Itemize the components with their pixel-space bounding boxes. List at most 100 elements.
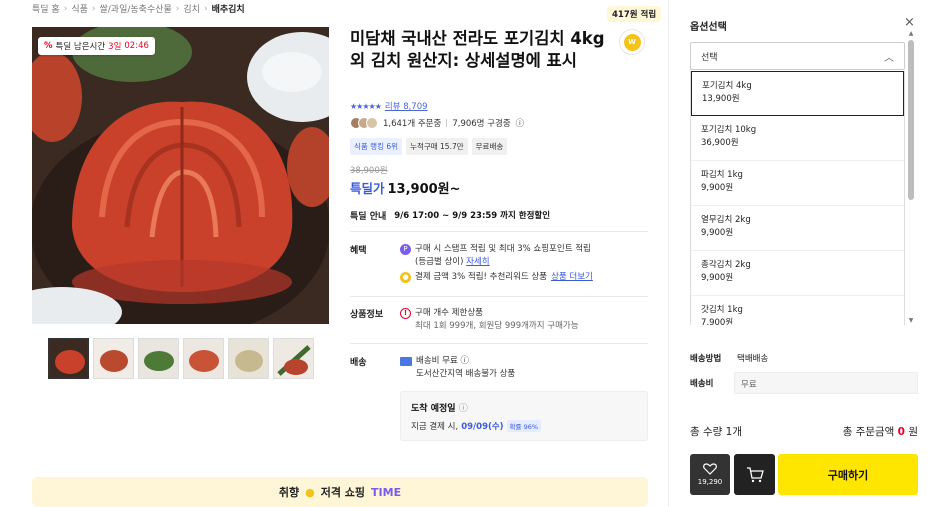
thumbnail[interactable] <box>48 338 89 379</box>
timer-days: 3일 <box>108 42 122 52</box>
product-info-line: ! 구매 개수 제한상품 최대 1회 999개, 회원당 999개까지 구매가능 <box>400 307 579 333</box>
breadcrumb-item[interactable]: 김치 <box>183 2 200 15</box>
ship-method-label: 배송방법 <box>690 354 722 364</box>
option-name: 총각김치 2kg <box>701 260 751 270</box>
scrollbar-thumb[interactable] <box>908 40 914 200</box>
option-select[interactable]: 선택 ︿ <box>690 42 905 70</box>
info-icon[interactable]: ⓘ <box>461 356 470 366</box>
info-icon[interactable]: ⓘ <box>516 117 525 129</box>
buyer-avatars <box>350 117 378 129</box>
breadcrumb: 특딜 홈 › 식품 › 쌀/과일/농축수산물 › 김치 › 배추김치 <box>32 2 245 16</box>
heart-icon <box>703 463 717 475</box>
buyers-count: 7,906명 구경중 <box>452 119 511 129</box>
option-scrollbar[interactable]: ▲ ▼ <box>907 30 915 324</box>
warning-icon: ! <box>400 308 411 319</box>
thumbnail[interactable] <box>228 338 269 379</box>
arrival-probability: 확률 96% <box>506 420 542 432</box>
sale-label: 특딜 안내 <box>350 212 387 222</box>
kimchi-photo <box>32 27 329 324</box>
arrival-prefix: 지금 결제 시, <box>411 422 459 432</box>
thumbnail[interactable] <box>93 338 134 379</box>
coin-icon: ● <box>400 272 411 283</box>
benefit-line: P 구매 시 스탬프 적립 및 최대 3% 쇼핑포인트 적립 (등급별 상이) … <box>400 243 591 269</box>
totals-row: 총 수량 1개 총 주문금액 0 원 <box>690 424 918 439</box>
breadcrumb-item[interactable]: 식품 <box>71 2 88 15</box>
benefit-detail-link[interactable]: 자세히 <box>466 257 489 267</box>
option-name: 갓김치 1kg <box>701 305 743 315</box>
purchase-count-tag: 누적구매 15.7만 <box>406 138 468 155</box>
total-amount: 총 주문금액 0 원 <box>842 426 918 438</box>
shipping-line: 배송비 무료 ⓘ 도서산간지역 배송불가 상품 <box>400 355 515 381</box>
like-button[interactable]: 19,290 <box>690 454 730 495</box>
star-rating-icon: ★★★★★ <box>350 101 382 111</box>
benefit-section: 혜택 P 구매 시 스탬프 적립 및 최대 3% 쇼핑포인트 적립 (등급별 상… <box>350 243 648 293</box>
ship-fee-value: 무료 <box>734 372 918 394</box>
benefit-label: 혜택 <box>350 246 367 256</box>
breadcrumb-current[interactable]: 배추김치 <box>212 2 245 15</box>
banner-dot-icon: ● <box>305 485 315 499</box>
option-price: 9,900원 <box>701 228 734 238</box>
banner-text: 취향 <box>278 486 300 499</box>
panel-divider <box>668 0 669 507</box>
buy-button[interactable]: 구매하기 <box>778 454 918 495</box>
product-info-label: 상품정보 <box>350 310 384 320</box>
arrival-box: 도착 예정일 ⓘ 지금 결제 시, 09/09(수) 확률 96% <box>400 391 648 441</box>
option-name: 열무김치 2kg <box>701 215 751 225</box>
divider <box>350 343 648 344</box>
thumbnail-strip <box>48 338 314 379</box>
orders-count: 1,641개 주문중 <box>383 119 442 129</box>
product-page: 특딜 홈 › 식품 › 쌀/과일/농축수산물 › 김치 › 배추김치 % 특딜 남은시간… <box>0 0 929 507</box>
banner-text: 저격 쇼핑 <box>320 486 366 499</box>
option-price: 7,900원 <box>701 318 734 325</box>
ship-fee-label: 배송비 <box>690 379 714 389</box>
option-list: 포기김치 4kg 13,900원 포기김치 10kg 36,900원 파김치 1… <box>690 71 905 325</box>
info-icon[interactable]: ⓘ <box>459 404 468 414</box>
option-name: 파김치 1kg <box>701 170 743 180</box>
price-label: 특딜가 <box>350 181 385 196</box>
sale-price: 13,900원~ <box>387 182 461 197</box>
points-badge: 417원 적립 <box>607 6 662 22</box>
option-item[interactable]: 포기김치 4kg 13,900원 <box>691 71 904 116</box>
sale-period: 9/6 17:00 ~ 9/9 23:59 까지 한정할인 <box>394 211 551 221</box>
brand-logo[interactable]: W <box>619 29 645 55</box>
scroll-up-icon[interactable]: ▲ <box>907 30 915 37</box>
divider <box>350 231 648 232</box>
option-select-label: 선택 <box>701 52 718 63</box>
option-item[interactable]: 열무김치 2kg 9,900원 <box>691 206 904 251</box>
product-info-section: 상품정보 ! 구매 개수 제한상품 최대 1회 999개, 회원당 999개까지… <box>350 307 648 337</box>
reward-line: ● 결제 금액 3% 적립! 추천리워드 상품 상품 더보기 <box>400 271 593 284</box>
close-icon[interactable]: × <box>904 15 915 30</box>
shipping-fee-text: 배송비 무료 <box>416 356 458 366</box>
option-price: 36,900원 <box>701 138 739 148</box>
reward-text: 결제 금액 3% 적립! 추천리워드 상품 <box>415 272 548 282</box>
divider <box>350 296 648 297</box>
option-price: 13,900원 <box>702 94 740 104</box>
banner-time: TIME <box>371 485 402 499</box>
thumbnail[interactable] <box>138 338 179 379</box>
option-item[interactable]: 갓김치 1kg 7,900원 <box>691 296 904 325</box>
option-item[interactable]: 파김치 1kg 9,900원 <box>691 161 904 206</box>
cart-button[interactable] <box>734 454 775 495</box>
arrival-title: 도착 예정일 <box>411 404 456 414</box>
breadcrumb-item[interactable]: 특딜 홈 <box>32 2 60 15</box>
truck-icon <box>400 357 412 366</box>
price-row: 특딜가 13,900원~ <box>350 178 461 197</box>
option-item[interactable]: 총각김치 2kg 9,900원 <box>691 251 904 296</box>
thumbnail[interactable] <box>183 338 224 379</box>
option-name: 포기김치 10kg <box>701 125 757 135</box>
option-price: 9,900원 <box>701 183 734 193</box>
option-item[interactable]: 포기김치 10kg 36,900원 <box>691 116 904 161</box>
product-main-image[interactable]: % 특딜 남은시간 3일 02:46 <box>32 27 329 324</box>
thumbnail[interactable] <box>273 338 314 379</box>
breadcrumb-item[interactable]: 쌀/과일/농축수산물 <box>99 2 171 15</box>
sale-info: 특딜 안내 9/6 17:00 ~ 9/9 23:59 까지 한정할인 <box>350 209 550 222</box>
review-link[interactable]: 리뷰 8,709 <box>385 100 428 112</box>
options-title: 옵션선택 <box>690 22 727 33</box>
reward-more-link[interactable]: 상품 더보기 <box>551 271 593 284</box>
promo-banner[interactable]: 취향 ● 저격 쇼핑 TIME <box>32 477 648 507</box>
point-icon: P <box>400 244 411 255</box>
ranking-tag[interactable]: 식품 랭킹 6위 <box>350 138 403 155</box>
deal-timer-badge: % 특딜 남은시간 3일 02:46 <box>38 37 155 55</box>
shipping-label: 배송 <box>350 358 367 368</box>
scroll-down-icon[interactable]: ▼ <box>907 317 915 324</box>
